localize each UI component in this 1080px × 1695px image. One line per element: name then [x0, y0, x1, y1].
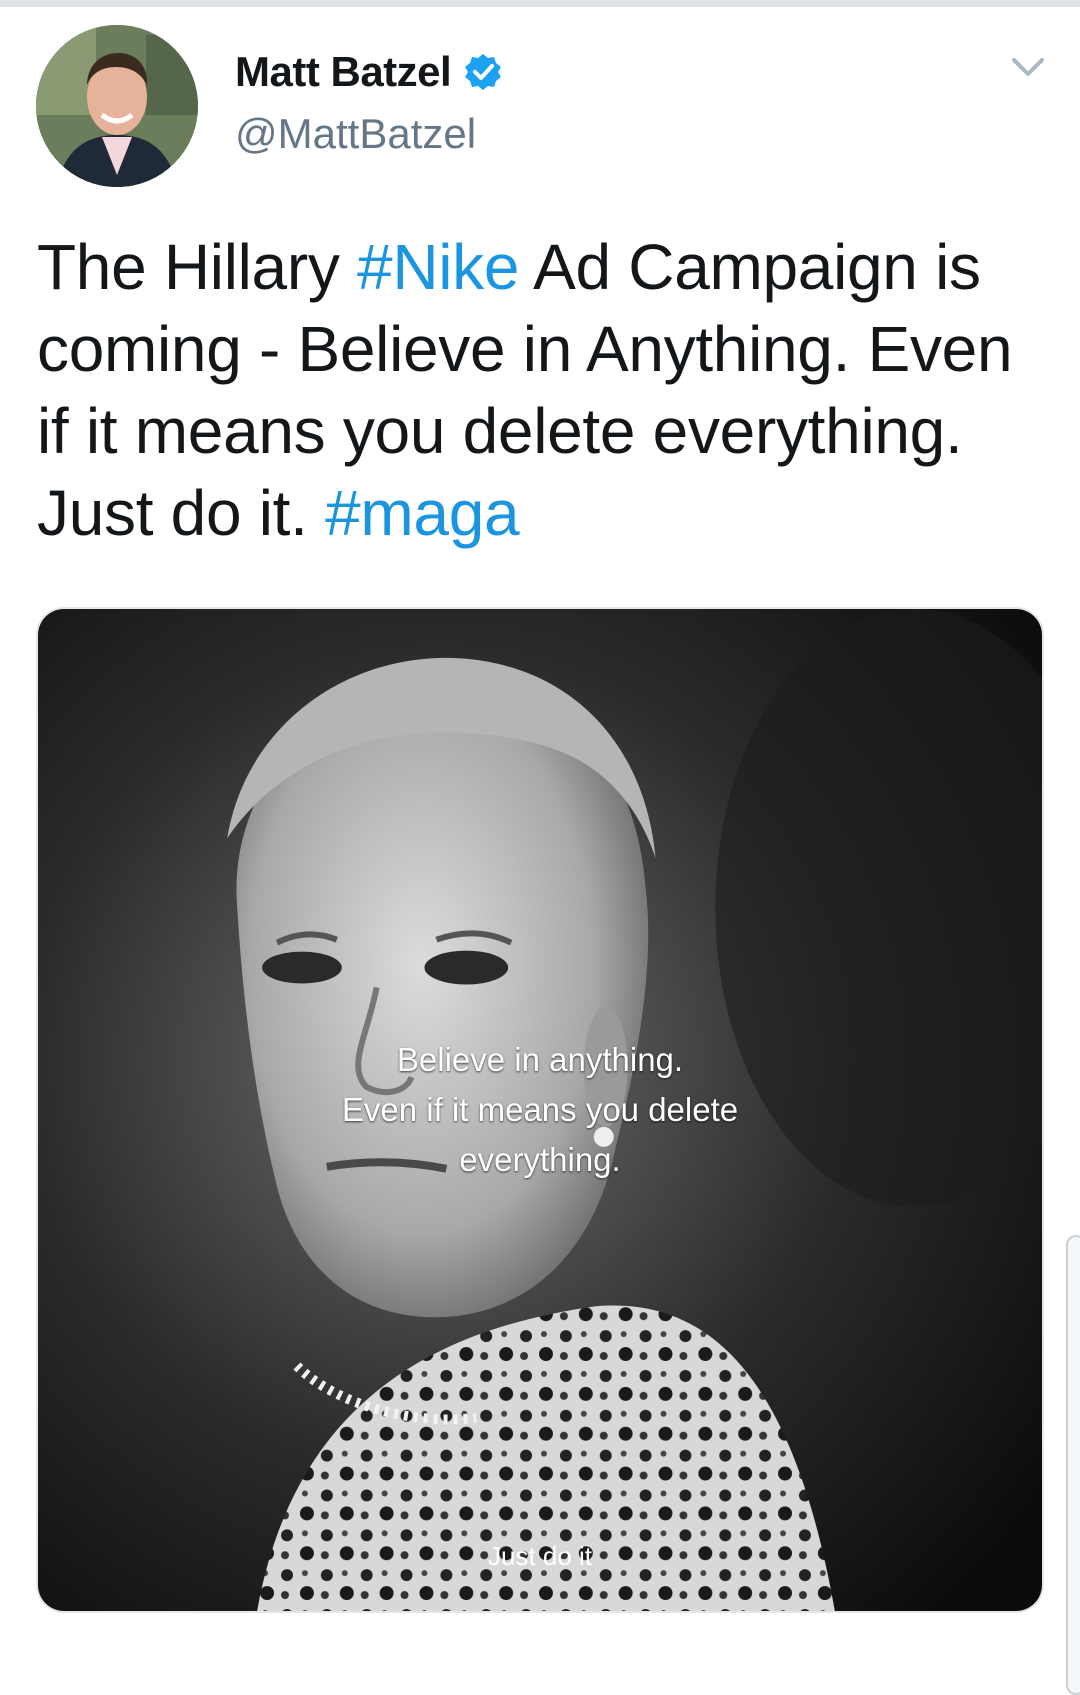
author-name[interactable]: Matt Batzel: [235, 48, 503, 96]
media-tagline: Just do it: [487, 1541, 593, 1571]
author-name-text[interactable]: Matt Batzel: [235, 48, 452, 96]
hashtag-nike[interactable]: #Nike: [357, 231, 519, 303]
tweet-text: The Hillary #Nike Ad Campaign is coming …: [37, 226, 1057, 554]
overlay-line: Believe in anything.: [396, 1041, 684, 1078]
hashtag-maga[interactable]: #maga: [325, 477, 520, 549]
top-divider: [0, 0, 1080, 7]
overlay-line: Even if it means you delete: [341, 1091, 739, 1128]
overlay-line: everything.: [459, 1141, 621, 1178]
author-handle[interactable]: @MattBatzel: [235, 110, 476, 158]
tweet-text-part: The Hillary: [37, 231, 358, 303]
avatar-image: [36, 25, 198, 187]
verified-badge-icon: [463, 52, 503, 92]
avatar[interactable]: [36, 25, 198, 187]
chevron-down-icon[interactable]: [1010, 54, 1046, 80]
media-overlay-text: Believe in anything. Even if it means yo…: [0, 1035, 1080, 1185]
scrollbar[interactable]: [1066, 1235, 1080, 1695]
